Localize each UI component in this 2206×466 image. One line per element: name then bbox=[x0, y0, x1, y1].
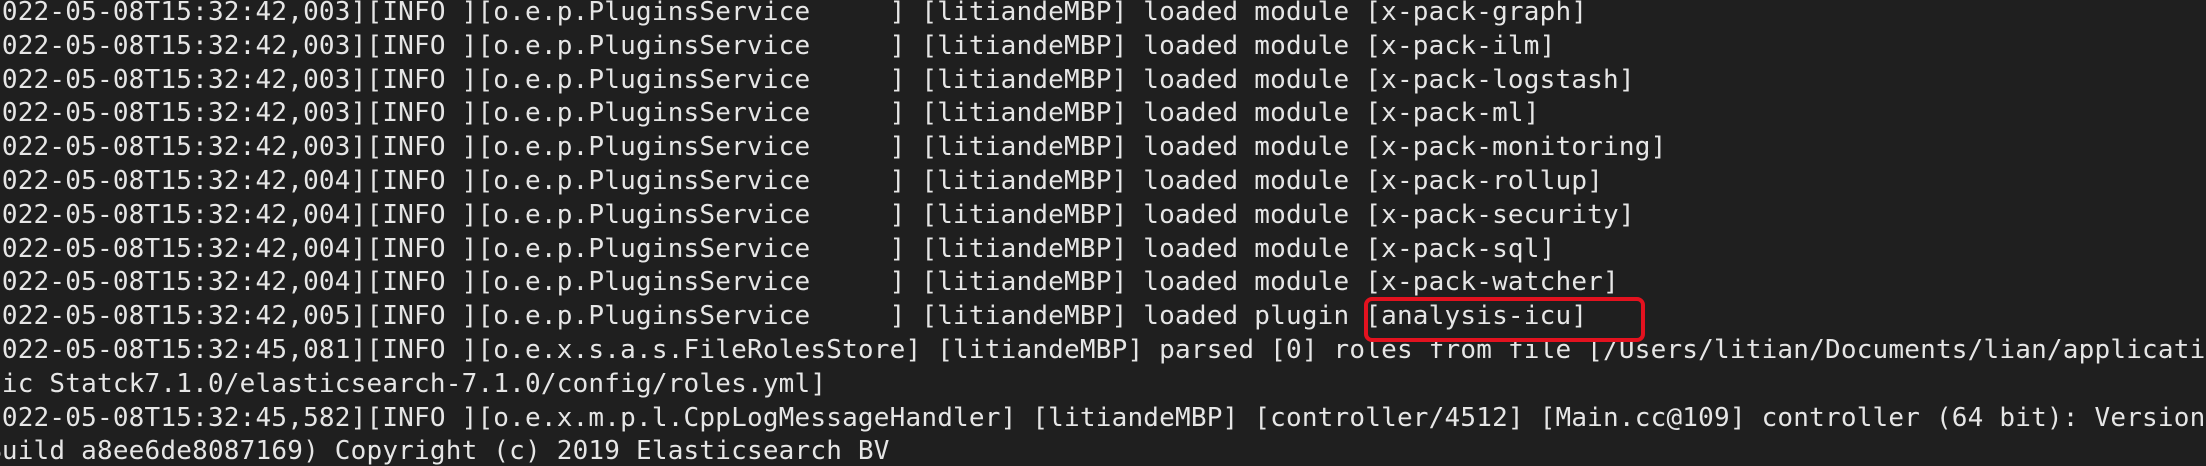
log-line: 2022-05-08T15:32:42,003][INFO ][o.e.p.Pl… bbox=[0, 64, 1635, 95]
log-line: 2022-05-08T15:32:42,003][INFO ][o.e.p.Pl… bbox=[0, 132, 1667, 163]
log-line: 2022-05-08T15:32:42,003][INFO ][o.e.p.Pl… bbox=[0, 98, 1540, 129]
log-line: 2022-05-08T15:32:45,081][INFO ][o.e.x.s.… bbox=[0, 334, 2206, 365]
log-line: 2022-05-08T15:32:42,004][INFO ][o.e.p.Pl… bbox=[0, 233, 1556, 264]
analysis-icu-highlight-box bbox=[1364, 297, 1645, 342]
log-line: 2022-05-08T15:32:45,582][INFO ][o.e.x.m.… bbox=[0, 402, 2206, 433]
log-line: 2022-05-08T15:32:42,003][INFO ][o.e.p.Pl… bbox=[0, 0, 1588, 27]
log-line: 2022-05-08T15:32:42,003][INFO ][o.e.p.Pl… bbox=[0, 30, 1556, 61]
log-line: 2022-05-08T15:32:42,004][INFO ][o.e.p.Pl… bbox=[0, 267, 1619, 298]
log-line: Build a8ee6de8087169) Copyright (c) 2019… bbox=[0, 436, 890, 466]
log-line: 2022-05-08T15:32:42,004][INFO ][o.e.p.Pl… bbox=[0, 199, 1635, 230]
terminal-window[interactable]: 2022-05-08T15:32:42,003][INFO ][o.e.p.Pl… bbox=[0, 0, 2206, 466]
log-output: 2022-05-08T15:32:42,003][INFO ][o.e.p.Pl… bbox=[0, 0, 2205, 466]
log-line-loaded-plugin: 2022-05-08T15:32:42,005][INFO ][o.e.p.Pl… bbox=[0, 301, 1588, 332]
log-line: 2022-05-08T15:32:42,004][INFO ][o.e.p.Pl… bbox=[0, 165, 1604, 196]
log-line: tic Statck7.1.0/elasticsearch-7.1.0/conf… bbox=[0, 368, 827, 399]
